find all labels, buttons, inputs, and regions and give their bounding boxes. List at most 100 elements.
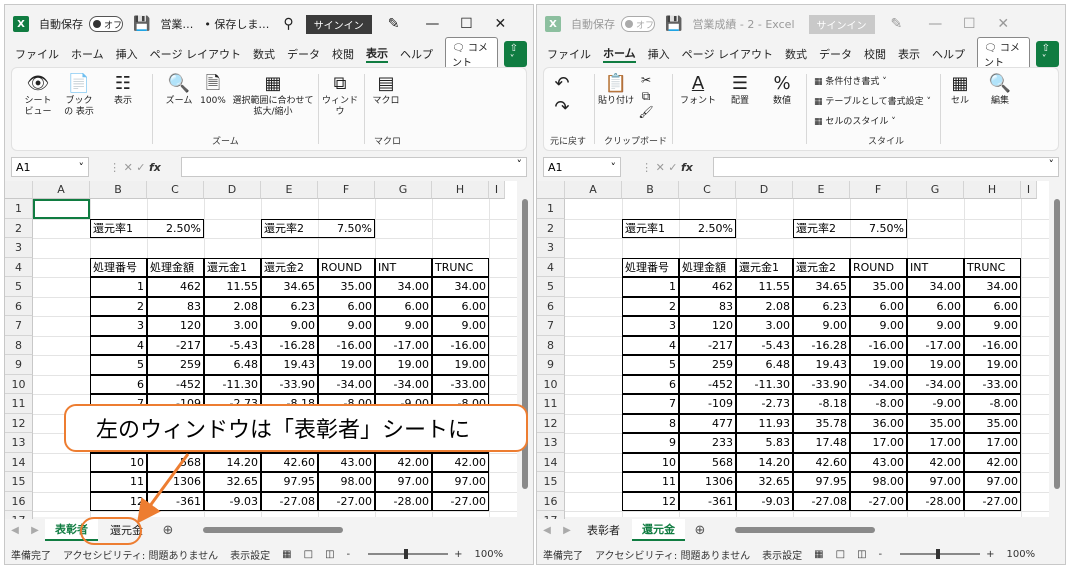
row-header[interactable]: 9 <box>5 355 33 375</box>
row-header[interactable]: 10 <box>5 374 33 394</box>
table-cell[interactable]: 9.00 <box>318 316 375 336</box>
row-header[interactable]: 4 <box>5 257 33 277</box>
table-cell[interactable]: 3.00 <box>736 316 793 336</box>
table-cell[interactable]: 97.00 <box>432 472 489 492</box>
cond-format-button[interactable]: ▦ 条件付き書式 ˅ <box>814 74 887 87</box>
table-cell[interactable]: 6 <box>622 375 679 395</box>
close-icon[interactable]: ✕ <box>986 16 1020 32</box>
table-cell[interactable]: 35.00 <box>907 414 964 434</box>
rate1-value[interactable]: 2.50% <box>147 219 204 239</box>
row-header[interactable]: 7 <box>5 316 33 336</box>
row-header[interactable]: 2 <box>5 218 33 238</box>
table-cell[interactable]: 9 <box>622 433 679 453</box>
table-header-cell[interactable]: TRUNC <box>964 258 1021 278</box>
table-cell[interactable]: -27.08 <box>261 492 318 512</box>
table-cell[interactable]: 14.20 <box>736 453 793 473</box>
table-cell[interactable]: 568 <box>679 453 736 473</box>
table-cell[interactable]: 35.00 <box>964 414 1021 434</box>
table-cell[interactable]: 42.00 <box>375 453 432 473</box>
table-cell[interactable]: 5.83 <box>736 433 793 453</box>
horizontal-scrollbar[interactable] <box>187 526 527 534</box>
share-button[interactable]: ⇧ ˅ <box>1035 41 1059 67</box>
table-cell[interactable]: 9.00 <box>432 316 489 336</box>
zoom-in-icon[interactable]: + <box>986 549 994 560</box>
tab-data[interactable]: データ <box>287 46 320 62</box>
rate2-label[interactable]: 還元率2 <box>261 219 318 239</box>
tab-home[interactable]: ホーム <box>603 45 636 63</box>
table-cell[interactable]: -11.30 <box>736 375 793 395</box>
row-header[interactable]: 8 <box>5 335 33 355</box>
table-cell[interactable]: 42.60 <box>261 453 318 473</box>
zoom-knob[interactable] <box>404 549 409 559</box>
table-cell[interactable]: 1306 <box>147 472 204 492</box>
name-box[interactable]: A1 ˅ <box>11 157 89 177</box>
table-header-cell[interactable]: INT <box>907 258 964 278</box>
column-header[interactable]: E <box>793 181 850 199</box>
table-cell[interactable]: 462 <box>147 277 204 297</box>
tab-review[interactable]: 校閲 <box>332 46 354 62</box>
table-cell[interactable]: 477 <box>679 414 736 434</box>
table-cell[interactable]: 9.00 <box>850 316 907 336</box>
table-cell[interactable]: 10 <box>90 453 147 473</box>
column-header[interactable]: H <box>964 181 1021 199</box>
select-all-corner[interactable] <box>537 181 565 199</box>
row-header[interactable]: 12 <box>537 413 565 433</box>
table-cell[interactable]: -9.03 <box>736 492 793 512</box>
table-cell[interactable]: 1 <box>90 277 147 297</box>
column-header[interactable]: A <box>33 181 90 199</box>
font-button[interactable]: A フォント <box>678 72 718 107</box>
table-cell[interactable]: -27.00 <box>964 492 1021 512</box>
search-icon[interactable]: ⚲ <box>283 16 293 32</box>
zoom-in-icon[interactable]: + <box>454 549 462 560</box>
row-header[interactable]: 4 <box>537 257 565 277</box>
table-cell[interactable]: 9.00 <box>964 316 1021 336</box>
table-cell[interactable]: 11.55 <box>204 277 261 297</box>
zoom-button[interactable]: 🔍 ズーム <box>162 72 196 107</box>
row-header[interactable]: 11 <box>5 394 33 414</box>
close-icon[interactable]: ✕ <box>483 16 517 32</box>
table-cell[interactable]: 4 <box>622 336 679 356</box>
table-cell[interactable]: 8 <box>622 414 679 434</box>
table-cell[interactable]: -33.00 <box>964 375 1021 395</box>
row-header[interactable]: 8 <box>537 335 565 355</box>
column-header[interactable]: B <box>622 181 679 199</box>
table-cell[interactable]: -17.00 <box>375 336 432 356</box>
tab-view[interactable]: 表示 <box>898 46 920 62</box>
scroll-thumb[interactable] <box>735 527 875 533</box>
row-header[interactable]: 5 <box>537 277 565 297</box>
zoom-slider[interactable] <box>900 549 981 559</box>
page-break-icon[interactable]: ◫ <box>325 549 334 560</box>
number-button[interactable]: % 数値 <box>764 72 800 107</box>
table-cell[interactable]: 19.00 <box>318 355 375 375</box>
table-cell[interactable]: 42.60 <box>793 453 850 473</box>
table-header-cell[interactable]: 還元金1 <box>736 258 793 278</box>
table-cell[interactable]: 5 <box>622 355 679 375</box>
table-cell[interactable]: 42.00 <box>964 453 1021 473</box>
table-cell[interactable]: 568 <box>147 453 204 473</box>
autosave-toggle[interactable]: オフ <box>89 16 123 32</box>
table-cell[interactable]: -34.00 <box>375 375 432 395</box>
prev-sheet-icon[interactable]: ◀ <box>537 525 557 536</box>
table-cell[interactable]: 32.65 <box>736 472 793 492</box>
sheet-tab-kangenkin[interactable]: 還元金 <box>632 519 685 541</box>
tab-help[interactable]: ヘルプ <box>932 46 965 62</box>
row-header[interactable]: 6 <box>537 296 565 316</box>
table-header-cell[interactable]: 処理番号 <box>90 258 147 278</box>
table-cell[interactable]: -27.00 <box>850 492 907 512</box>
table-cell[interactable]: 3 <box>622 316 679 336</box>
vertical-scrollbar[interactable] <box>1049 181 1065 517</box>
column-header[interactable]: D <box>736 181 793 199</box>
table-cell[interactable]: 6.00 <box>375 297 432 317</box>
table-cell[interactable]: 6.23 <box>793 297 850 317</box>
table-header-cell[interactable]: 還元金2 <box>261 258 318 278</box>
table-cell[interactable]: 6.48 <box>736 355 793 375</box>
share-button[interactable]: ⇧ ˅ <box>503 41 527 67</box>
table-header-cell[interactable]: INT <box>375 258 432 278</box>
row-header[interactable]: 2 <box>537 218 565 238</box>
table-cell[interactable]: 6.00 <box>964 297 1021 317</box>
table-cell[interactable]: -33.00 <box>432 375 489 395</box>
table-cell[interactable]: -33.90 <box>793 375 850 395</box>
align-button[interactable]: ☰ 配置 <box>722 72 758 107</box>
table-cell[interactable]: 36.00 <box>850 414 907 434</box>
table-cell[interactable]: 97.95 <box>793 472 850 492</box>
